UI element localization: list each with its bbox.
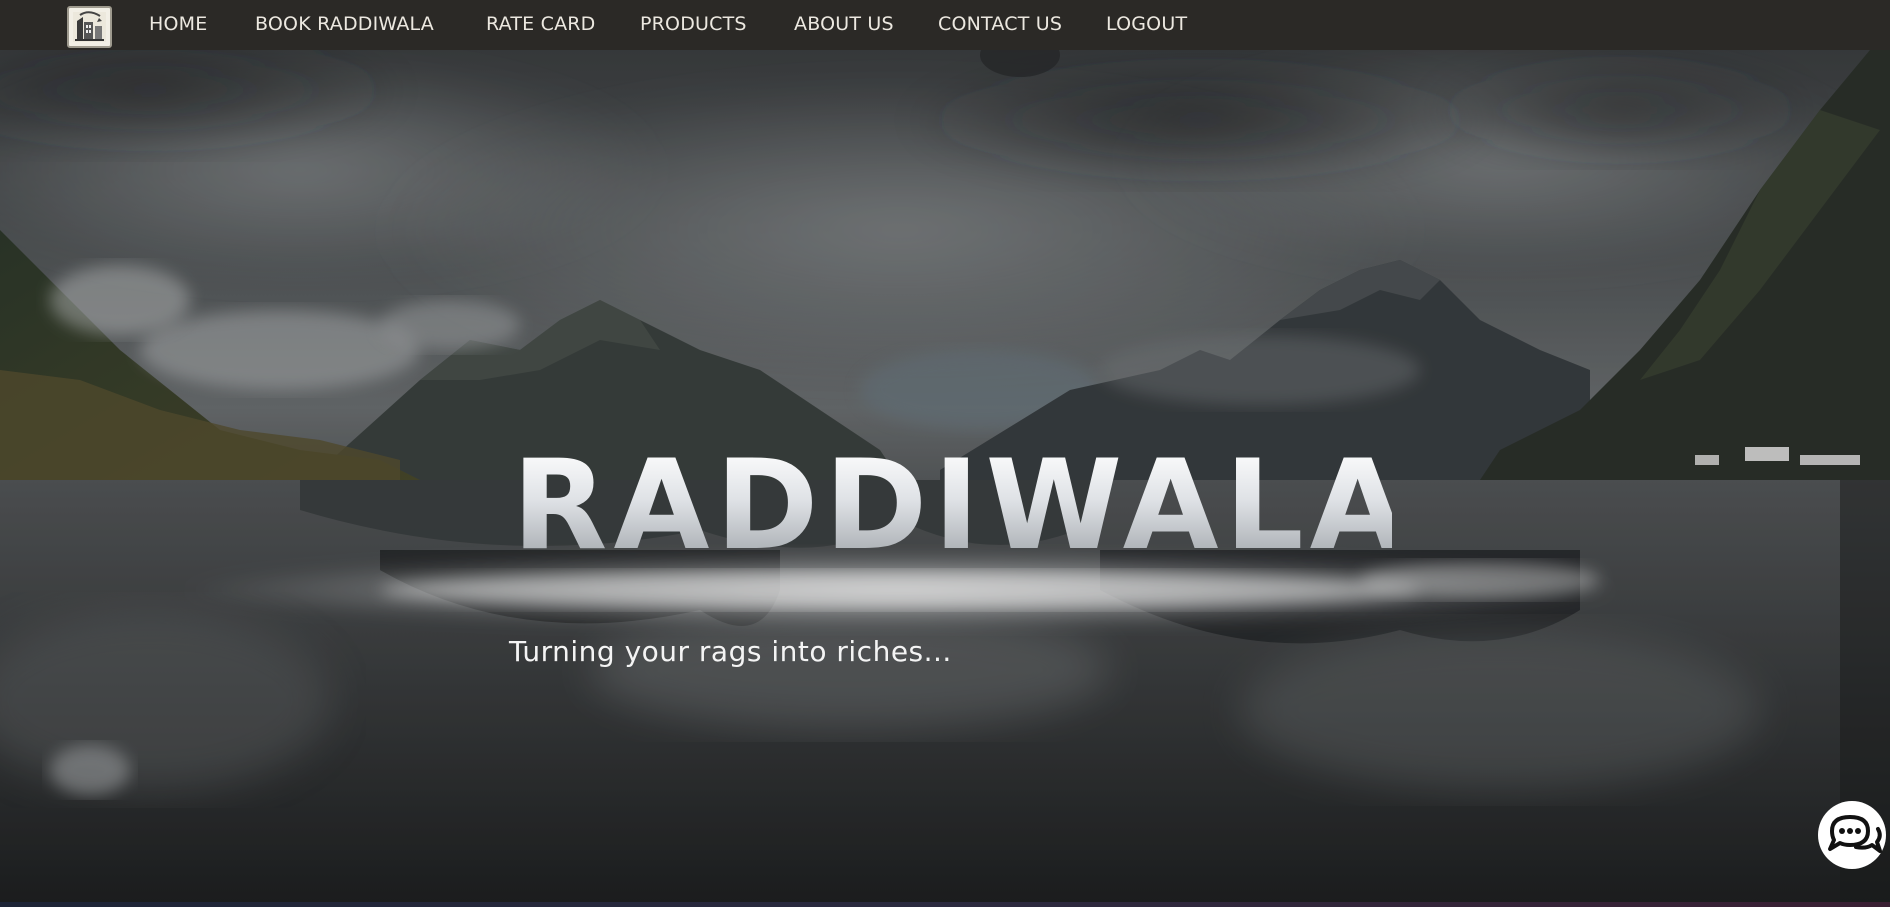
hero-title: RADDIWALA [512,434,1412,578]
nav-rate-card-link[interactable]: RATE CARD [486,13,596,35]
top-nav: HOME BOOK RADDIWALA RATE CARD PRODUCTS A… [0,0,1890,50]
nav-about-us-link[interactable]: ABOUT US [794,13,894,35]
page: HOME BOOK RADDIWALA RATE CARD PRODUCTS A… [0,0,1890,907]
hero-section: RADDIWALA Turning your rags into riches.… [0,50,1890,902]
chat-bubbles-icon[interactable] [1818,801,1886,869]
nav-home-link[interactable]: HOME [149,13,207,35]
nav-logout-link[interactable]: LOGOUT [1106,13,1187,35]
hero-tagline: Turning your rags into riches... [509,635,952,668]
raddiwala-logo-icon[interactable] [67,6,112,48]
nav-products-link[interactable]: PRODUCTS [640,13,747,35]
bottom-strip [0,902,1890,907]
nav-book-raddiwala-link[interactable]: BOOK RADDIWALA [255,13,434,35]
nav-contact-us-link[interactable]: CONTACT US [938,13,1062,35]
